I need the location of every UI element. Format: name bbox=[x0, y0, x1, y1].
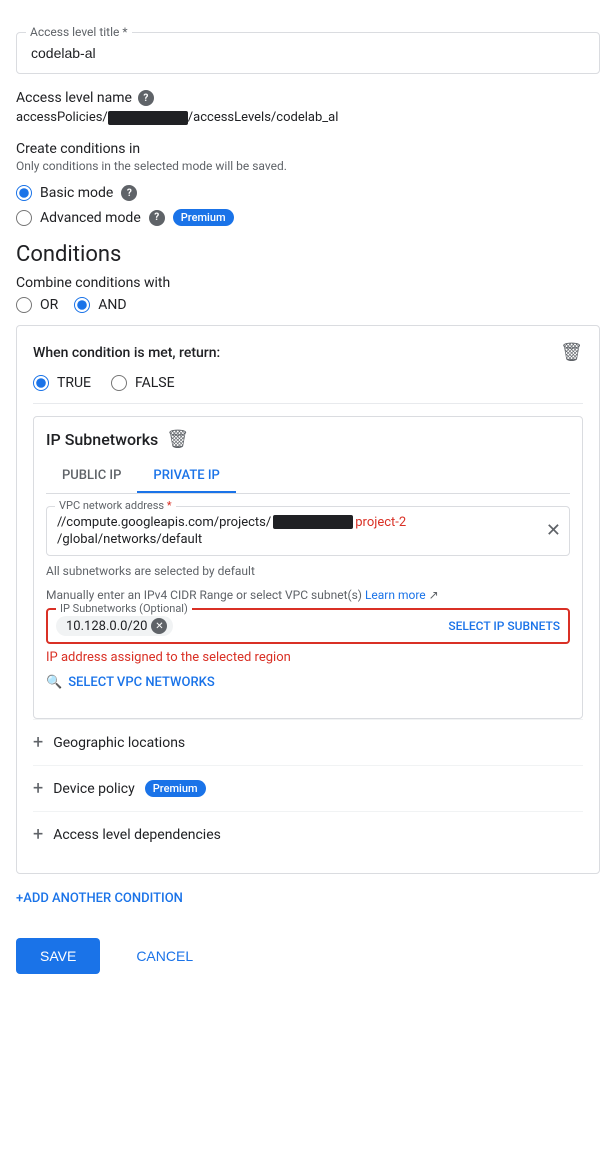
geo-locations-item[interactable]: + Geographic locations bbox=[33, 719, 583, 765]
false-radio[interactable] bbox=[111, 375, 127, 391]
ip-chip: 10.128.0.0/20 ✕ bbox=[56, 616, 173, 636]
create-conditions-desc: Only conditions in the selected mode wil… bbox=[16, 159, 600, 173]
basic-mode-radio[interactable] bbox=[16, 185, 32, 201]
access-level-name-label: Access level name bbox=[16, 90, 132, 106]
condition-card: When condition is met, return: 🗑 TRUE FA… bbox=[16, 325, 600, 874]
search-icon: 🔍 bbox=[46, 675, 62, 690]
ip-subnets-legend: IP Subnetworks (Optional) bbox=[56, 602, 192, 615]
or-label: OR bbox=[40, 297, 58, 313]
device-policy-label: Device policy bbox=[53, 781, 135, 797]
add-condition-link[interactable]: +ADD ANOTHER CONDITION bbox=[16, 891, 183, 906]
redacted-policy-id bbox=[108, 111, 188, 125]
or-and-group: OR AND bbox=[16, 297, 600, 313]
true-radio[interactable] bbox=[33, 375, 49, 391]
conditions-section: Conditions Combine conditions with OR AN… bbox=[16, 242, 600, 930]
vpc-required-marker: * bbox=[167, 499, 172, 512]
true-false-group: TRUE FALSE bbox=[33, 375, 583, 391]
access-level-deps-label: Access level dependencies bbox=[53, 827, 221, 843]
and-option: AND bbox=[74, 297, 126, 313]
ip-subnetworks-title: IP Subnetworks bbox=[46, 430, 158, 449]
private-ip-tab[interactable]: PRIVATE IP bbox=[137, 460, 235, 493]
create-conditions-group: Create conditions in Only conditions in … bbox=[16, 141, 600, 226]
geo-locations-label: Geographic locations bbox=[53, 735, 185, 751]
delete-condition-icon[interactable]: 🗑 bbox=[560, 342, 583, 363]
delete-ip-section-icon[interactable]: 🗑 bbox=[166, 429, 189, 450]
basic-mode-option: Basic mode ? bbox=[16, 185, 600, 201]
access-level-name-label-row: Access level name ? bbox=[16, 90, 600, 106]
form-container: Access level title * Access level name ?… bbox=[16, 16, 600, 974]
access-level-title-label: Access level title * bbox=[26, 25, 132, 39]
true-option: TRUE bbox=[33, 375, 91, 391]
ip-subnetworks-section: IP Subnetworks 🗑 PUBLIC IP PRIVATE IP VP… bbox=[33, 416, 583, 719]
access-level-name-help-icon[interactable]: ? bbox=[138, 90, 154, 106]
combine-conditions-label: Combine conditions with bbox=[16, 275, 600, 291]
vpc-value-suffix: /global/networks/default bbox=[57, 532, 202, 547]
conditions-title: Conditions bbox=[16, 242, 600, 267]
plus-icon-deps: + bbox=[33, 824, 43, 845]
vpc-close-icon[interactable]: ✕ bbox=[546, 522, 561, 540]
select-vpc-networks-link[interactable]: 🔍 SELECT VPC NETWORKS bbox=[46, 675, 570, 690]
mode-radio-group: Basic mode ? Advanced mode ? Premium bbox=[16, 185, 600, 226]
advanced-mode-radio[interactable] bbox=[16, 210, 32, 226]
basic-mode-help-icon[interactable]: ? bbox=[121, 185, 137, 201]
access-level-title-group: Access level title * bbox=[16, 16, 600, 74]
true-label: TRUE bbox=[57, 375, 91, 391]
plus-icon-device: + bbox=[33, 778, 43, 799]
vpc-field-legend: VPC network address * bbox=[55, 499, 176, 512]
plus-icon-geo: + bbox=[33, 732, 43, 753]
vpc-network-field: VPC network address * //compute.googleap… bbox=[46, 506, 570, 556]
or-option: OR bbox=[16, 297, 58, 313]
false-label: FALSE bbox=[135, 375, 175, 391]
divider bbox=[33, 403, 583, 404]
learn-more-link[interactable]: Learn more bbox=[365, 588, 426, 602]
vpc-redacted-project bbox=[273, 515, 353, 529]
access-level-name-value: accessPolicies//accessLevels/codelab_al bbox=[16, 110, 600, 125]
advanced-mode-help-icon[interactable]: ? bbox=[149, 210, 165, 226]
save-button[interactable]: SAVE bbox=[16, 938, 100, 974]
vpc-value-prefix: //compute.googleapis.com/projects/ bbox=[57, 515, 271, 530]
vpc-hint: All subnetworks are selected by default bbox=[46, 564, 570, 578]
ip-tab-group: PUBLIC IP PRIVATE IP bbox=[46, 460, 570, 494]
manual-enter-label: Manually enter an IPv4 CIDR Range or sel… bbox=[46, 588, 570, 602]
basic-mode-label: Basic mode bbox=[40, 185, 113, 201]
access-level-deps-item[interactable]: + Access level dependencies bbox=[33, 811, 583, 857]
ip-chip-remove-icon[interactable]: ✕ bbox=[151, 618, 167, 634]
ip-address-warning: IP address assigned to the selected regi… bbox=[46, 650, 570, 665]
cancel-button[interactable]: CANCEL bbox=[112, 938, 217, 974]
access-level-name-group: Access level name ? accessPolicies//acce… bbox=[16, 90, 600, 125]
ip-subnets-field[interactable]: IP Subnetworks (Optional) 10.128.0.0/20 … bbox=[46, 608, 570, 644]
advanced-mode-option: Advanced mode ? Premium bbox=[16, 209, 600, 226]
action-buttons: SAVE CANCEL bbox=[16, 938, 600, 974]
advanced-mode-label: Advanced mode bbox=[40, 210, 141, 226]
device-policy-premium-badge: Premium bbox=[145, 780, 206, 797]
or-radio[interactable] bbox=[16, 297, 32, 313]
ip-chip-value: 10.128.0.0/20 bbox=[66, 619, 147, 634]
select-vpc-label: SELECT VPC NETWORKS bbox=[68, 675, 215, 690]
condition-card-header: When condition is met, return: 🗑 bbox=[33, 342, 583, 363]
create-conditions-title: Create conditions in bbox=[16, 141, 600, 157]
ip-section-header: IP Subnetworks 🗑 bbox=[46, 429, 570, 450]
advanced-mode-premium-badge: Premium bbox=[173, 209, 234, 226]
select-ip-subnets-button[interactable]: SELECT IP SUBNETS bbox=[448, 619, 560, 633]
vpc-value: //compute.googleapis.com/projects/projec… bbox=[57, 515, 533, 547]
and-label: AND bbox=[98, 297, 126, 313]
device-policy-item[interactable]: + Device policy Premium bbox=[33, 765, 583, 811]
and-radio[interactable] bbox=[74, 297, 90, 313]
public-ip-tab[interactable]: PUBLIC IP bbox=[46, 460, 137, 493]
vpc-project-label: project-2 bbox=[355, 515, 406, 530]
false-option: FALSE bbox=[111, 375, 175, 391]
condition-return-label: When condition is met, return: bbox=[33, 345, 220, 361]
